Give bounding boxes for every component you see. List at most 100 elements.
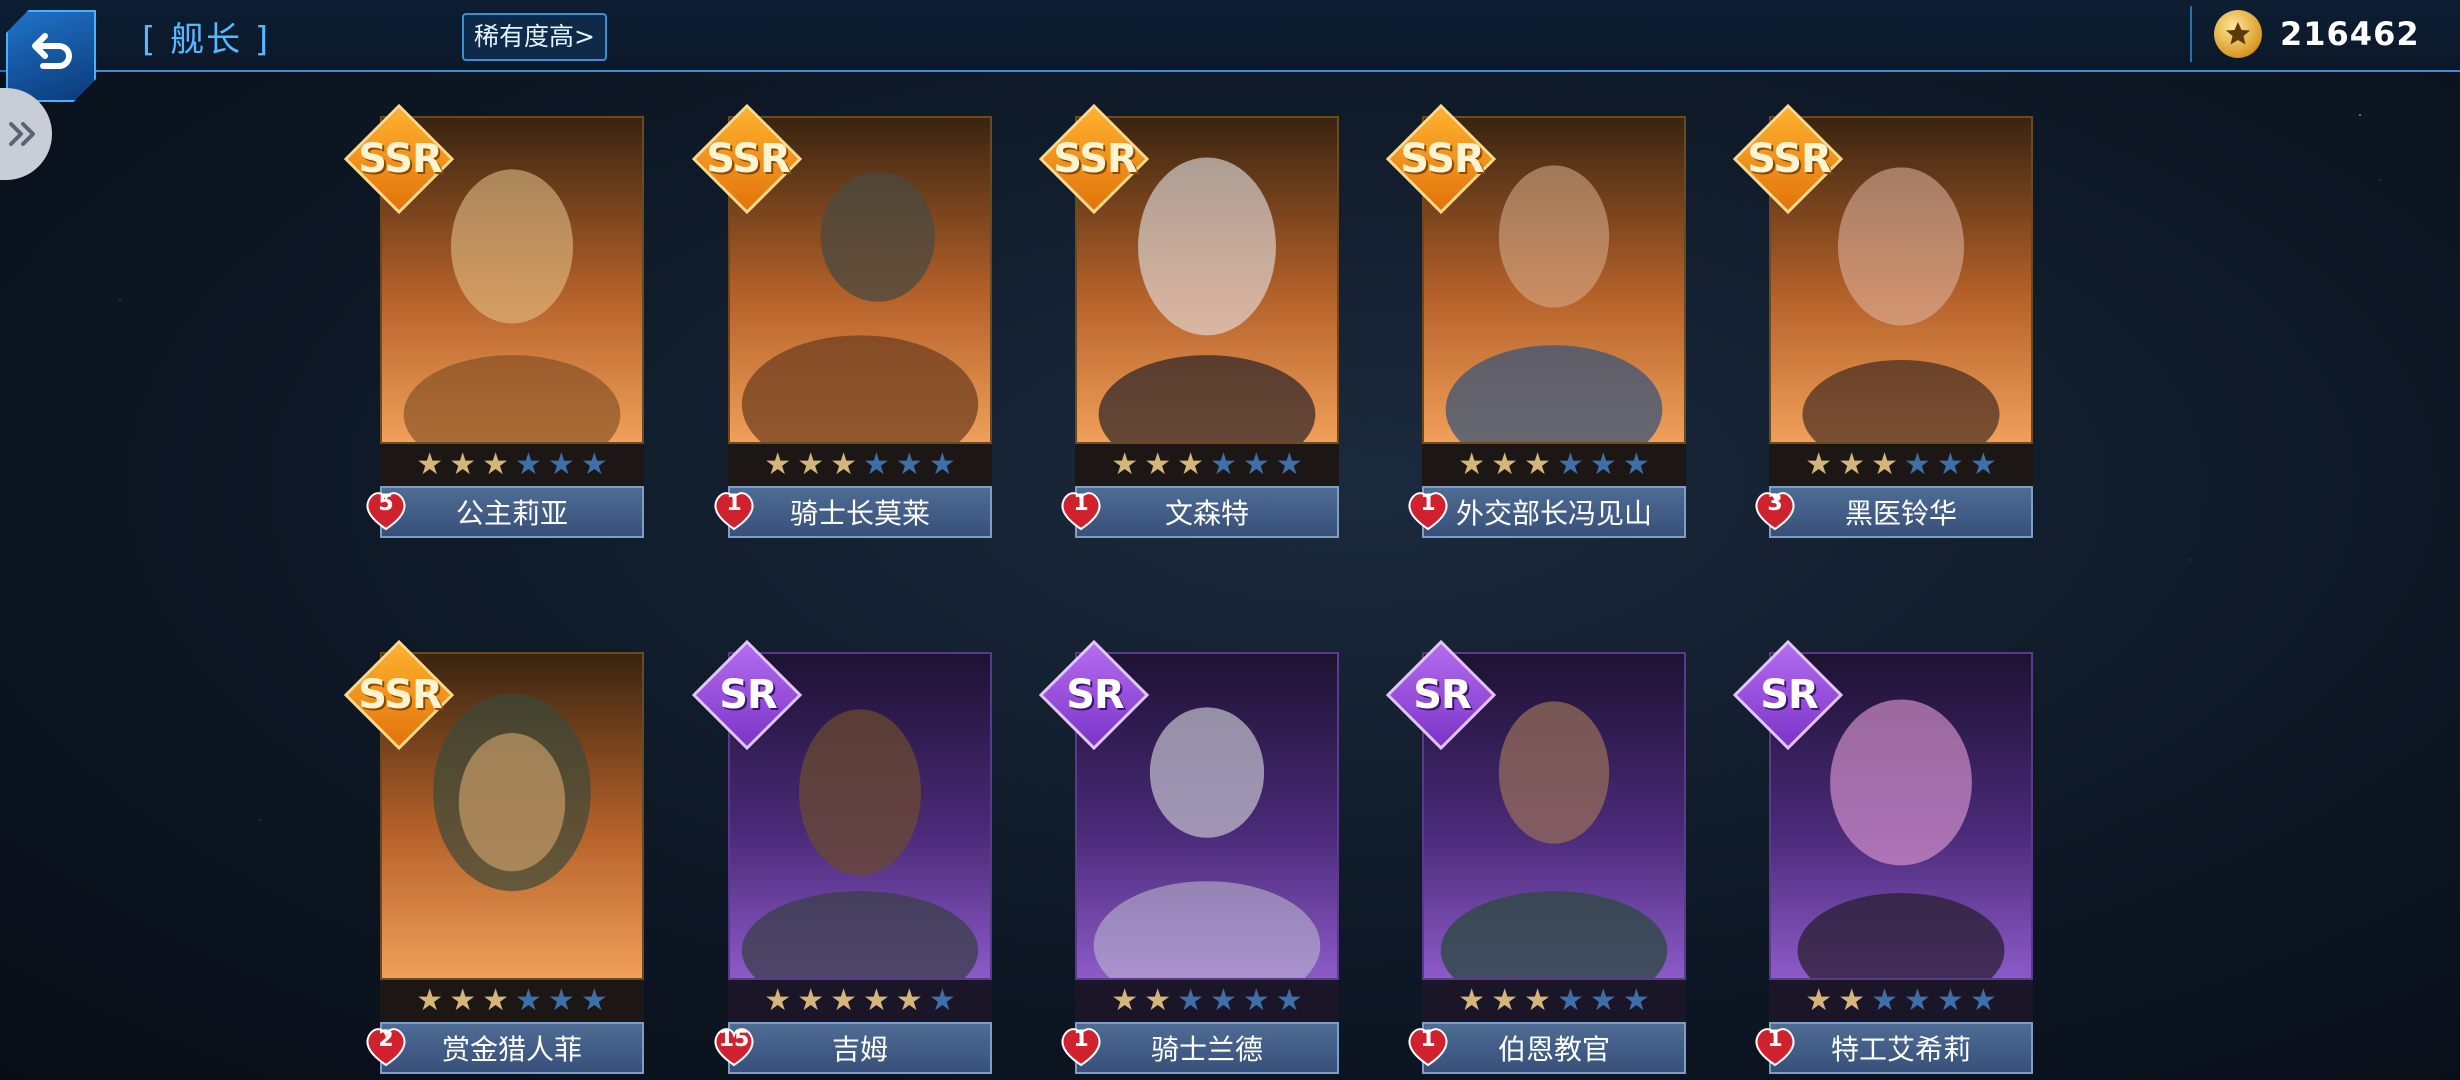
star-icon: ★ bbox=[482, 447, 509, 482]
rarity-badge: SSR bbox=[691, 103, 803, 215]
captain-name: 黑医铃华 bbox=[1769, 486, 2033, 538]
back-button[interactable] bbox=[6, 10, 96, 102]
level-badge: 5 bbox=[362, 487, 410, 533]
star-icon: ★ bbox=[547, 983, 575, 1018]
rarity-badge: SR bbox=[1038, 639, 1150, 751]
rarity-badge: SSR bbox=[343, 639, 455, 751]
star-icon: ★ bbox=[1936, 447, 1964, 482]
currency-value: 216462 bbox=[2280, 15, 2420, 53]
captain-card[interactable]: SSR ★ ★ ★ ★ ★ ★ 公主莉亚 5 bbox=[343, 103, 644, 544]
star-icon: ★ bbox=[1904, 447, 1931, 482]
captain-name: 吉姆 bbox=[728, 1022, 992, 1074]
star-icon: ★ bbox=[1177, 983, 1204, 1018]
top-bar-divider bbox=[96, 70, 2460, 72]
star-icon: ★ bbox=[764, 447, 792, 482]
return-arrow-icon bbox=[32, 33, 72, 69]
captain-card[interactable]: SSR ★ ★ ★ ★ ★ ★ 黑医铃华 3 bbox=[1732, 103, 2033, 544]
star-rating: ★ ★ ★ ★ ★ ★ bbox=[1075, 980, 1339, 1022]
star-icon: ★ bbox=[1936, 983, 1964, 1018]
star-icon: ★ bbox=[1144, 983, 1172, 1018]
captain-card[interactable]: SSR ★ ★ ★ ★ ★ ★ 文森特 1 bbox=[1038, 103, 1339, 544]
double-chevron-icon bbox=[9, 122, 35, 146]
star-rating: ★ ★ ★ ★ ★ ★ bbox=[1422, 980, 1686, 1022]
star-icon: ★ bbox=[1144, 447, 1172, 482]
star-icon: ★ bbox=[1111, 447, 1139, 482]
star-icon: ★ bbox=[416, 983, 444, 1018]
captain-card[interactable]: SR ★ ★ ★ ★ ★ ★ 骑士兰德 1 bbox=[1038, 639, 1339, 1080]
star-icon: ★ bbox=[1210, 983, 1237, 1018]
star-rating: ★ ★ ★ ★ ★ ★ bbox=[1075, 444, 1339, 486]
star-icon: ★ bbox=[863, 983, 890, 1018]
star-icon: ★ bbox=[1242, 447, 1270, 482]
star-icon: ★ bbox=[1589, 983, 1617, 1018]
star-icon: ★ bbox=[1904, 983, 1931, 1018]
star-icon: ★ bbox=[449, 983, 477, 1018]
star-coin-icon bbox=[2214, 10, 2262, 58]
star-icon: ★ bbox=[1969, 447, 1997, 482]
rarity-badge: SR bbox=[691, 639, 803, 751]
star-icon: ★ bbox=[895, 983, 923, 1018]
star-icon: ★ bbox=[1458, 983, 1486, 1018]
star-icon: ★ bbox=[928, 983, 956, 1018]
star-rating: ★ ★ ★ ★ ★ ★ bbox=[728, 980, 992, 1022]
captain-name: 公主莉亚 bbox=[380, 486, 644, 538]
captain-card[interactable]: SR ★ ★ ★ ★ ★ ★ 特工艾希莉 1 bbox=[1732, 639, 2033, 1080]
rarity-badge: SR bbox=[1732, 639, 1844, 751]
level-badge: 1 bbox=[1404, 487, 1452, 533]
level-badge: 1 bbox=[1751, 1023, 1799, 1069]
rarity-badge: SSR bbox=[1038, 103, 1150, 215]
star-icon: ★ bbox=[895, 447, 923, 482]
star-icon: ★ bbox=[1589, 447, 1617, 482]
star-icon: ★ bbox=[1275, 447, 1303, 482]
level-badge: 15 bbox=[710, 1023, 758, 1069]
captain-card[interactable]: SSR ★ ★ ★ ★ ★ ★ 赏金猎人菲 2 bbox=[343, 639, 644, 1080]
star-icon: ★ bbox=[1838, 983, 1866, 1018]
star-icon: ★ bbox=[764, 983, 792, 1018]
star-icon: ★ bbox=[1491, 447, 1519, 482]
star-icon: ★ bbox=[1838, 447, 1866, 482]
star-icon: ★ bbox=[547, 447, 575, 482]
star-icon: ★ bbox=[1557, 983, 1584, 1018]
star-icon: ★ bbox=[416, 447, 444, 482]
rarity-badge: SSR bbox=[1732, 103, 1844, 215]
star-icon: ★ bbox=[1969, 983, 1997, 1018]
level-badge: 1 bbox=[1057, 487, 1105, 533]
captain-name: 骑士兰德 bbox=[1075, 1022, 1339, 1074]
star-icon: ★ bbox=[830, 447, 857, 482]
captain-card[interactable]: SSR ★ ★ ★ ★ ★ ★ 外交部长冯见山 1 bbox=[1385, 103, 1686, 544]
captain-name: 赏金猎人菲 bbox=[380, 1022, 644, 1074]
star-rating: ★ ★ ★ ★ ★ ★ bbox=[1422, 444, 1686, 486]
star-icon: ★ bbox=[515, 447, 542, 482]
star-icon: ★ bbox=[1805, 447, 1833, 482]
star-icon: ★ bbox=[1524, 983, 1551, 1018]
star-icon: ★ bbox=[830, 983, 857, 1018]
level-badge: 2 bbox=[362, 1023, 410, 1069]
star-icon: ★ bbox=[1242, 983, 1270, 1018]
currency-display: 216462 bbox=[2190, 6, 2420, 62]
star-icon: ★ bbox=[1210, 447, 1237, 482]
sort-rarity-button[interactable]: 稀有度高> bbox=[462, 13, 607, 61]
star-icon: ★ bbox=[1458, 447, 1486, 482]
star-rating: ★ ★ ★ ★ ★ ★ bbox=[728, 444, 992, 486]
star-icon: ★ bbox=[1622, 447, 1650, 482]
star-icon: ★ bbox=[515, 983, 542, 1018]
star-icon: ★ bbox=[1275, 983, 1303, 1018]
captain-name: 骑士长莫莱 bbox=[728, 486, 992, 538]
star-icon: ★ bbox=[928, 447, 956, 482]
captain-card[interactable]: SR ★ ★ ★ ★ ★ ★ 吉姆 15 bbox=[691, 639, 992, 1080]
star-icon: ★ bbox=[449, 447, 477, 482]
captain-card[interactable]: SSR ★ ★ ★ ★ ★ ★ 骑士长莫莱 1 bbox=[691, 103, 992, 544]
top-bar bbox=[0, 0, 2460, 72]
star-icon: ★ bbox=[1622, 983, 1650, 1018]
star-rating: ★ ★ ★ ★ ★ ★ bbox=[380, 980, 644, 1022]
captain-name: 文森特 bbox=[1075, 486, 1339, 538]
star-rating: ★ ★ ★ ★ ★ ★ bbox=[1769, 980, 2033, 1022]
star-icon: ★ bbox=[1871, 447, 1898, 482]
page-title: [ 舰长 ] bbox=[142, 20, 271, 60]
rarity-badge: SR bbox=[1385, 639, 1497, 751]
rarity-badge: SSR bbox=[1385, 103, 1497, 215]
star-icon: ★ bbox=[863, 447, 890, 482]
star-icon: ★ bbox=[580, 447, 608, 482]
captain-card[interactable]: SR ★ ★ ★ ★ ★ ★ 伯恩教官 1 bbox=[1385, 639, 1686, 1080]
star-icon: ★ bbox=[482, 983, 509, 1018]
